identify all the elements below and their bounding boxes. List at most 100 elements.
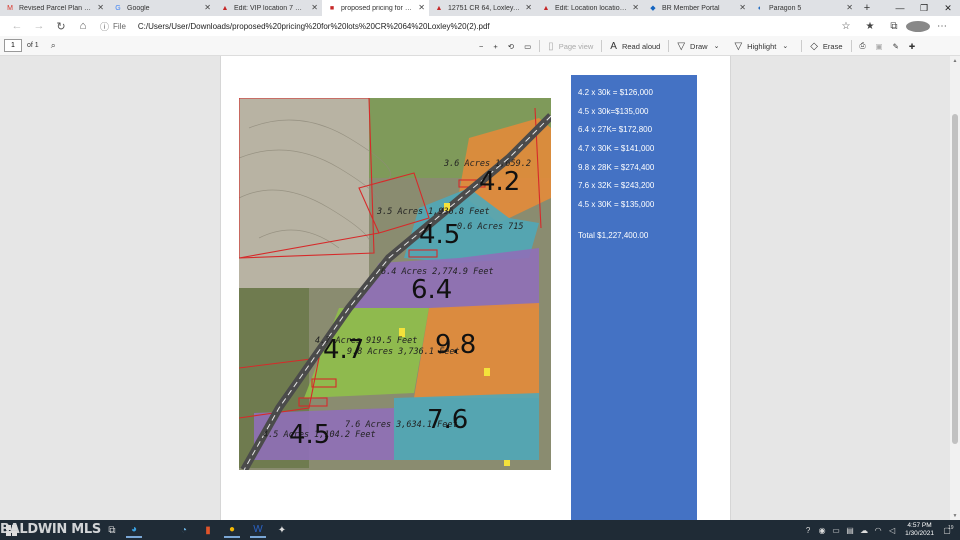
scroll-thumb[interactable] — [952, 114, 958, 444]
back-button[interactable]: ← — [6, 16, 28, 36]
url-scheme: File — [113, 21, 126, 31]
close-icon[interactable]: ✕ — [418, 3, 425, 12]
tab-label: Google — [127, 4, 150, 12]
close-icon[interactable]: ✕ — [846, 3, 853, 12]
toolbar-divider — [601, 40, 603, 52]
tab-vip-location[interactable]: ▲ Edit: VIP location 7 Estate lo ✕ — [215, 0, 322, 16]
notification-count: 19 — [948, 524, 954, 531]
app-icon[interactable]: ◔ — [176, 522, 192, 538]
display-icon[interactable]: ▭ — [829, 526, 843, 535]
word-icon[interactable]: W — [250, 522, 266, 538]
edge-icon[interactable]: ◕ — [126, 522, 142, 538]
add-favorite-icon[interactable]: ☆ — [834, 21, 858, 32]
tab-location-20[interactable]: ▲ Edit: Location location 20 (M ✕ — [536, 0, 643, 16]
pdf-icon: ■ — [329, 4, 335, 12]
vertical-scrollbar[interactable]: ▲ ▼ — [950, 56, 960, 520]
read-aloud-button[interactable]: A Read aloud — [605, 36, 665, 56]
chrome-icon[interactable]: ● — [224, 522, 240, 538]
profile-avatar[interactable] — [906, 20, 930, 32]
close-window-button[interactable]: ✕ — [936, 0, 960, 16]
close-icon[interactable]: ✕ — [632, 3, 639, 12]
lot-number: 4.2 — [479, 167, 520, 197]
new-tab-button[interactable]: + — [857, 0, 877, 16]
save-as-button[interactable]: ✎ — [888, 36, 904, 56]
forward-button[interactable]: → — [28, 16, 50, 36]
highlight-label: Highlight — [747, 41, 777, 51]
tab-pdf-active[interactable]: ■ proposed pricing for lots CR ✕ — [322, 0, 429, 16]
plus-icon: + — [493, 41, 498, 51]
maximize-button[interactable]: ❐ — [912, 0, 936, 16]
paragon-icon: ◐ — [757, 4, 763, 12]
chevron-down-icon[interactable]: ⌄ — [782, 42, 788, 50]
refresh-button[interactable]: ↻ — [50, 16, 72, 36]
pricing-panel: 4.2 x 30k = $126,000 4.5 x 30k=$135,000 … — [571, 75, 697, 520]
highlight-icon: ▽ — [734, 40, 743, 52]
tab-cr64-listing[interactable]: ▲ 12751 CR 64, Loxley, AL - W ✕ — [429, 0, 536, 16]
lot-number: 4.5 — [419, 220, 460, 250]
tab-google[interactable]: G Google ✕ — [108, 0, 215, 16]
clock-time: 4:57 PM — [907, 522, 932, 529]
scroll-up-icon[interactable]: ▲ — [950, 56, 960, 65]
toolbar-divider — [850, 40, 852, 52]
realtor-icon: ▲ — [435, 4, 443, 12]
task-view-icon[interactable]: ⧉ — [104, 522, 120, 538]
google-icon: G — [115, 4, 121, 12]
chevron-down-icon[interactable]: ⌄ — [714, 42, 720, 50]
tab-label: Paragon 5 — [769, 4, 802, 12]
pdf-tools: − + ⟲ ▭ ▯ Page view A Read aloud ▽ Draw ⌄ ▽ H… — [474, 36, 920, 56]
price-line: 4.5 x 30K = $135,000 — [578, 200, 655, 210]
info-icon[interactable]: ⓘ — [100, 20, 109, 33]
tab-label: Edit: VIP location 7 Estate lo — [234, 4, 306, 12]
url-field[interactable]: ⓘ File C:/Users/User/Downloads/proposed%… — [100, 18, 490, 34]
tab-br-member-portal[interactable]: ◆ BR Member Portal ✕ — [643, 0, 750, 16]
page-view-icon: ▯ — [548, 40, 554, 52]
volume-icon[interactable]: ◁ — [885, 526, 899, 535]
close-icon[interactable]: ✕ — [311, 3, 318, 12]
rotate-icon: ⟲ — [507, 41, 515, 51]
tab-label: BR Member Portal — [662, 4, 720, 12]
collections-icon[interactable]: ⧉ — [882, 21, 906, 32]
draw-label: Draw — [690, 41, 708, 51]
home-button[interactable]: ⌂ — [72, 16, 94, 36]
parcel-map-svg: 3.6 Acres 1,659.2 3.5 Acres 1,936.8 Feet… — [239, 98, 551, 470]
lot-number: 7.6 — [427, 405, 468, 435]
scroll-down-icon[interactable]: ▼ — [950, 511, 960, 520]
more-menu-icon[interactable]: ⋯ — [930, 21, 954, 32]
start-icon[interactable] — [3, 522, 19, 538]
app-icon[interactable]: ✦ — [274, 522, 290, 538]
zoom-in-button[interactable]: + — [488, 36, 502, 56]
minimize-button[interactable]: — — [888, 0, 912, 16]
cloud-icon[interactable]: ☁ — [857, 526, 871, 535]
url-text[interactable]: C:/Users/User/Downloads/proposed%20prici… — [138, 22, 490, 31]
tab-gmail[interactable]: M Revised Parcel Plan - renee ✕ — [0, 0, 108, 16]
clock[interactable]: 4:57 PM 1/30/2021 — [905, 522, 934, 538]
page-number-input[interactable]: 1 — [4, 39, 22, 52]
tab-paragon[interactable]: ◐ Paragon 5 ✕ — [750, 0, 857, 16]
pdf-viewer[interactable]: 3.6 Acres 1,659.2 3.5 Acres 1,936.8 Feet… — [0, 56, 960, 520]
wifi-icon[interactable]: ◠ — [871, 526, 885, 535]
tab-strip: M Revised Parcel Plan - renee ✕ G Google… — [0, 0, 960, 16]
save-button[interactable]: ▣ — [871, 36, 888, 56]
network-icon[interactable]: ▤ — [843, 526, 857, 535]
close-icon[interactable]: ✕ — [204, 3, 211, 12]
page-view-button[interactable]: ▯ Page view — [543, 36, 598, 56]
lot-number: 6.4 — [411, 275, 452, 305]
help-icon[interactable]: ? — [801, 526, 815, 535]
fit-page-button[interactable]: ▭ — [519, 36, 536, 56]
people-icon[interactable]: ◉ — [815, 526, 829, 535]
office-icon[interactable]: ▮ — [200, 522, 216, 538]
notification-icon[interactable]: ▢ 19 — [940, 524, 954, 535]
close-icon[interactable]: ✕ — [739, 3, 746, 12]
zoom-out-button[interactable]: − — [474, 36, 488, 56]
close-icon[interactable]: ✕ — [525, 3, 532, 12]
price-total: Total $1,227,400.00 — [578, 230, 649, 240]
close-icon[interactable]: ✕ — [97, 3, 104, 12]
draw-button[interactable]: ▽ Draw ⌄ — [672, 36, 729, 56]
erase-button[interactable]: ◇ Erase — [805, 36, 847, 56]
print-button[interactable]: ⎙ — [855, 36, 871, 56]
search-icon[interactable]: ⌕ — [51, 40, 56, 51]
pin-toolbar-button[interactable]: ✚ — [904, 36, 920, 56]
highlight-button[interactable]: ▽ Highlight ⌄ — [729, 36, 798, 56]
favorites-icon[interactable]: ★ — [858, 21, 882, 32]
rotate-button[interactable]: ⟲ — [503, 36, 519, 56]
